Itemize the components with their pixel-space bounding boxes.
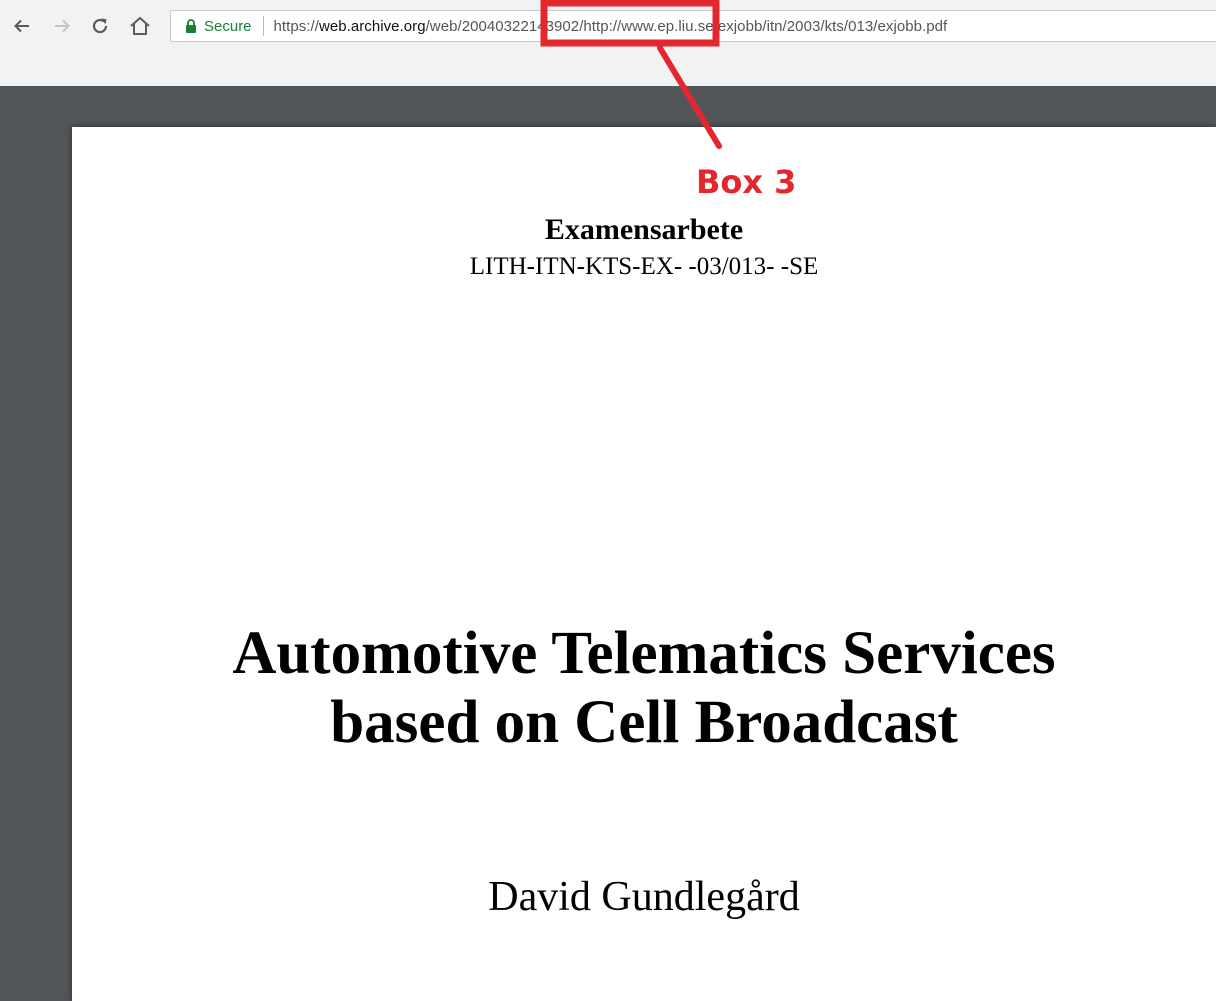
- pdf-page: Examensarbete LITH-ITN-KTS-EX- -03/013- …: [72, 127, 1216, 1001]
- url-host: web.archive.org: [318, 17, 426, 35]
- document-title: Automotive Telematics Services based on C…: [72, 619, 1216, 757]
- browser-toolbar: Secure https://web.archive.org/web/20040…: [0, 0, 1216, 86]
- author-name: David Gundlegård: [488, 874, 800, 920]
- exam-title: Examensarbete: [544, 213, 744, 246]
- address-separator: [262, 16, 264, 36]
- secure-label[interactable]: Secure: [204, 18, 252, 35]
- title-line-2: based on Cell Broadcast: [330, 689, 958, 756]
- home-button[interactable]: [126, 14, 154, 38]
- lock-icon[interactable]: [185, 19, 197, 33]
- reload-button[interactable]: [88, 14, 112, 38]
- back-button[interactable]: [10, 14, 34, 38]
- back-arrow-icon: [13, 17, 31, 35]
- home-icon: [129, 16, 151, 36]
- url-scheme: https://: [273, 17, 319, 35]
- address-bar[interactable]: Secure https://web.archive.org/web/20040…: [170, 10, 1216, 42]
- reload-icon: [90, 16, 110, 36]
- url-path: /web/20040322143902/http://www.ep.liu.se…: [425, 17, 948, 35]
- title-line-1: Automotive Telematics Services: [232, 620, 1056, 687]
- forward-arrow-icon: [53, 17, 71, 35]
- url-text[interactable]: https://web.archive.org/web/200403221439…: [274, 18, 948, 35]
- pdf-viewer[interactable]: Examensarbete LITH-ITN-KTS-EX- -03/013- …: [0, 86, 1216, 1001]
- exam-code: LITH-ITN-KTS-EX- -03/013- -SE: [469, 253, 819, 280]
- annotation-label: Box 3: [696, 163, 797, 201]
- forward-button[interactable]: [50, 14, 74, 38]
